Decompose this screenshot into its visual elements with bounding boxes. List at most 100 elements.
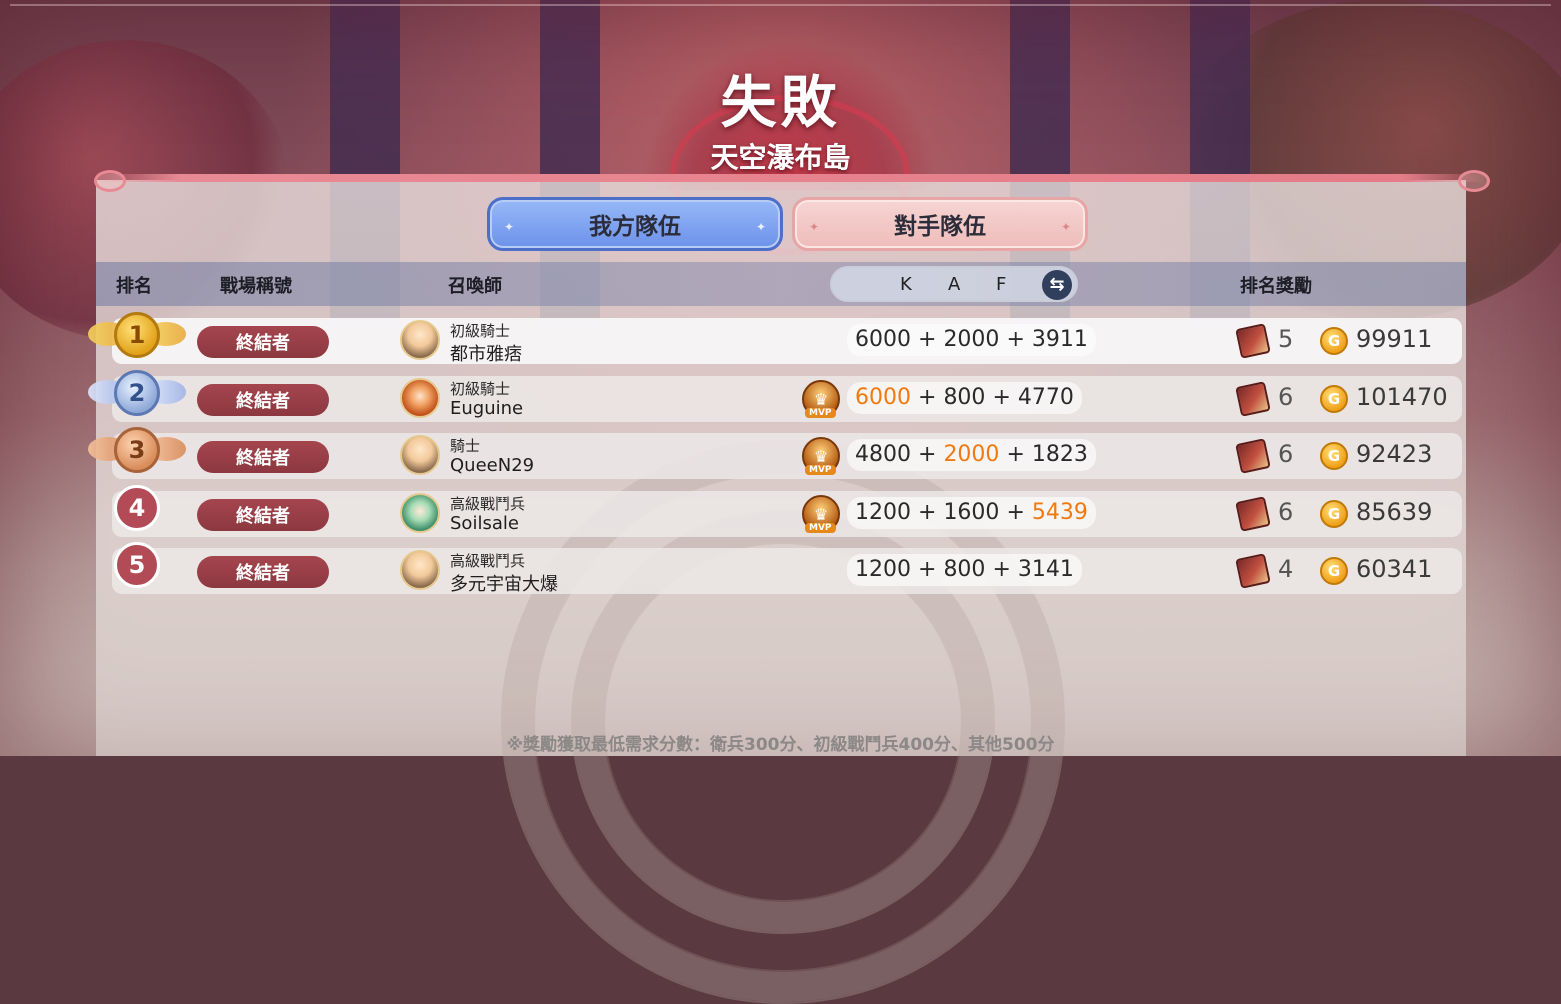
reward-chest-icon — [1235, 553, 1271, 589]
kaf-score: 1200 + 800 + 3141 — [847, 554, 1082, 586]
battle-title-badge: 終結者 — [197, 499, 329, 531]
reward-chest-count: 4 — [1278, 555, 1294, 583]
player-name: QueeN29 — [450, 455, 535, 476]
col-f: F — [996, 274, 1007, 295]
tab-opponent-team[interactable]: ✦ 對手隊伍 ✦ — [792, 197, 1088, 251]
plus-sign: + — [918, 385, 937, 410]
rank-medal: 4 — [114, 485, 160, 531]
player-name: Soilsale — [450, 513, 519, 534]
plus-sign: + — [918, 327, 937, 352]
reward-chest-icon — [1235, 496, 1271, 532]
mvp-label: MVP — [805, 523, 836, 533]
score-k: 1200 — [855, 500, 911, 525]
plus-sign: + — [1006, 327, 1025, 352]
player-name: 多元宇宙大爆 — [450, 574, 558, 595]
plus-sign: + — [918, 442, 937, 467]
reward-coin-count: 92423 — [1356, 440, 1433, 468]
battle-title-badge: 終結者 — [197, 556, 329, 588]
tab-our-team[interactable]: ✦ 我方隊伍 ✦ — [487, 197, 783, 251]
kaf-score: 4800 + 2000 + 1823 — [847, 439, 1096, 471]
player-avatar[interactable] — [400, 493, 440, 533]
rank-badge: 4 — [114, 485, 164, 535]
reward-coin-count: 101470 — [1356, 383, 1448, 411]
panel-ribbon — [96, 174, 1486, 182]
plus-sign: + — [992, 557, 1011, 582]
diamond-icon: ✦ — [1060, 220, 1071, 234]
player-class: 初級騎士 — [450, 322, 511, 340]
rank-badge: 1 — [88, 312, 186, 362]
table-row: 2 終結者 初級騎士 Euguine ♛ MVP 6000 + 800 + 47… — [88, 370, 1462, 422]
reward-coin-count: 85639 — [1356, 498, 1433, 526]
player-class: 高級戰鬥兵 — [450, 552, 526, 570]
rank-medal: 3 — [114, 427, 160, 473]
player-avatar[interactable] — [400, 435, 440, 475]
mvp-label: MVP — [805, 408, 836, 418]
player-avatar[interactable] — [400, 320, 440, 360]
rank-medal: 5 — [114, 542, 160, 588]
reward-chest-icon — [1235, 438, 1271, 474]
rank-medal: 1 — [114, 312, 160, 358]
gold-coin-icon: G — [1320, 500, 1348, 528]
rank-badge: 3 — [88, 427, 186, 477]
diamond-icon: ✦ — [504, 220, 515, 234]
gold-coin-icon: G — [1320, 557, 1348, 585]
score-a: 1600 — [943, 500, 1000, 525]
table-row: 1 終結者 初級騎士 都市雅痞 6000 + 2000 + 3911 5 G 9… — [88, 312, 1462, 365]
gold-coin-icon: G — [1320, 327, 1348, 355]
ribbon-cap-right — [1458, 170, 1490, 192]
player-avatar[interactable] — [400, 378, 440, 418]
score-k: 1200 — [855, 557, 911, 582]
battle-title-badge: 終結者 — [197, 384, 329, 416]
reward-chest-count: 5 — [1278, 325, 1294, 353]
score-a: 800 — [943, 557, 986, 582]
score-a: 800 — [943, 385, 986, 410]
rank-badge: 2 — [88, 370, 186, 420]
swap-arrows-icon[interactable]: ⇆ — [1042, 270, 1072, 300]
score-a: 2000 — [943, 442, 1000, 467]
rank-badge: 5 — [114, 542, 164, 592]
plus-sign: + — [918, 500, 937, 525]
player-class: 高級戰鬥兵 — [450, 495, 526, 513]
reward-chest-icon — [1235, 323, 1271, 359]
plus-sign: + — [1006, 500, 1025, 525]
table-row: 3 終結者 騎士 QueeN29 ♛ MVP 4800 + 2000 + 182… — [88, 427, 1462, 479]
score-k: 6000 — [855, 327, 911, 352]
table-row: 5 終結者 高級戰鬥兵 多元宇宙大爆 1200 + 800 + 3141 4 G… — [112, 542, 1462, 595]
col-k: K — [900, 274, 912, 295]
kaf-header: K A F ⇆ — [830, 266, 1078, 302]
map-name: 天空瀑布島 — [710, 141, 851, 174]
player-avatar[interactable] — [400, 550, 440, 590]
reward-chest-count: 6 — [1278, 440, 1294, 468]
table-header: 排名 戰場稱號 召喚師 排名獎勵 — [96, 262, 1466, 306]
reward-coin-count: 60341 — [1356, 555, 1433, 583]
player-class: 初級騎士 — [450, 380, 511, 398]
col-reward: 排名獎勵 — [1240, 276, 1312, 297]
battle-title-badge: 終結者 — [197, 441, 329, 473]
reward-footnote: ※獎勵獲取最低需求分數：衛兵300分、初級戰鬥兵400分、其他500分 — [506, 735, 1055, 755]
kaf-score: 1200 + 1600 + 5439 — [847, 497, 1096, 529]
player-name: 都市雅痞 — [450, 344, 522, 365]
player-class: 騎士 — [450, 437, 481, 455]
score-a: 2000 — [943, 327, 1000, 352]
plus-sign: + — [992, 385, 1011, 410]
gold-coin-icon: G — [1320, 385, 1348, 413]
tab-our-team-label: 我方隊伍 — [589, 214, 681, 240]
score-f: 3141 — [1017, 557, 1074, 582]
ribbon-cap-left — [94, 170, 126, 192]
gold-coin-icon: G — [1320, 442, 1348, 470]
diamond-icon: ✦ — [755, 220, 766, 234]
col-battle-title: 戰場稱號 — [220, 276, 292, 297]
col-rank: 排名 — [116, 276, 152, 297]
score-f: 3911 — [1031, 327, 1088, 352]
table-row: 4 終結者 高級戰鬥兵 Soilsale ♛ MVP 1200 + 1600 +… — [112, 485, 1462, 537]
reward-chest-count: 6 — [1278, 498, 1294, 526]
score-k: 4800 — [855, 442, 911, 467]
col-a: A — [948, 274, 961, 295]
rank-medal: 2 — [114, 370, 160, 416]
battle-title-badge: 終結者 — [197, 326, 329, 358]
result-title: 失敗 — [720, 71, 841, 136]
tab-opponent-team-label: 對手隊伍 — [894, 214, 986, 240]
col-summoner: 召喚師 — [448, 276, 502, 297]
player-name: Euguine — [450, 398, 524, 419]
top-border — [10, 4, 1551, 6]
